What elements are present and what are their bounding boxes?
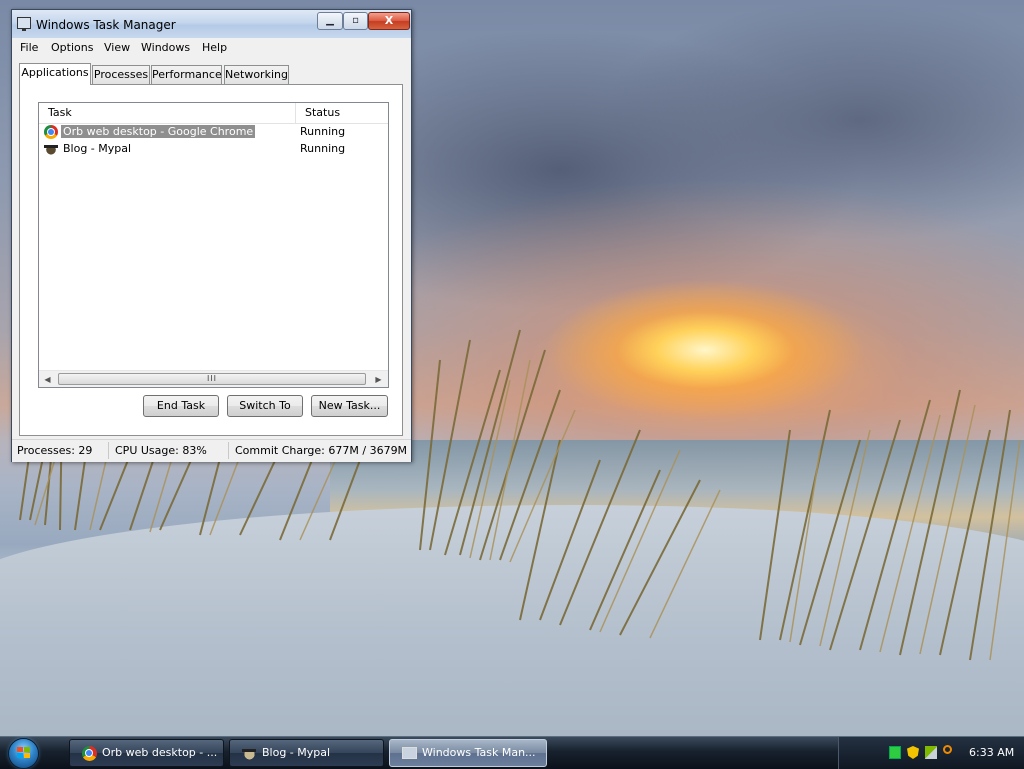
applications-panel: Task Status Orb web desktop - Google Chr… (19, 84, 403, 436)
menu-view[interactable]: View (104, 41, 130, 54)
menu-help[interactable]: Help (202, 41, 227, 54)
end-task-button[interactable]: End Task (143, 395, 219, 417)
shield-icon[interactable] (907, 746, 919, 759)
new-task-button[interactable]: New Task... (311, 395, 388, 417)
clock[interactable]: 6:33 AM (969, 746, 1014, 759)
task-status: Running (300, 125, 346, 138)
taskbar-item-label: Blog - Mypal (262, 746, 331, 759)
status-cpu-usage: CPU Usage: 83% (115, 444, 207, 457)
status-divider (108, 442, 109, 459)
status-commit-charge: Commit Charge: 677M / 3679M (235, 444, 408, 457)
list-header: Task Status (39, 103, 388, 124)
tab-processes[interactable]: Processes (92, 65, 150, 84)
horizontal-scrollbar[interactable]: ◀ III ▶ (39, 370, 388, 387)
chrome-icon (82, 746, 97, 761)
menu-file[interactable]: File (20, 41, 38, 54)
title-bar[interactable]: Windows Task Manager ▁ ▫ X (12, 10, 411, 38)
task-manager-icon (402, 747, 417, 759)
scroll-thumb[interactable]: III (58, 373, 366, 385)
scroll-right-icon[interactable]: ▶ (370, 371, 387, 387)
list-item[interactable]: Blog - Mypal Running (39, 141, 388, 157)
maximize-button[interactable]: ▫ (343, 12, 368, 30)
taskbar-item-mypal[interactable]: Blog - Mypal (229, 739, 384, 767)
task-manager-icon (17, 17, 31, 31)
mypal-icon (242, 746, 257, 761)
task-list[interactable]: Task Status Orb web desktop - Google Chr… (38, 102, 389, 388)
list-item[interactable]: Orb web desktop - Google Chrome Running (39, 124, 388, 140)
status-divider (228, 442, 229, 459)
column-header-task[interactable]: Task (39, 103, 296, 123)
chrome-icon (44, 125, 58, 139)
menu-windows[interactable]: Windows (141, 41, 190, 54)
window-title: Windows Task Manager (36, 18, 176, 32)
switch-to-button[interactable]: Switch To (227, 395, 303, 417)
task-manager-window: Windows Task Manager ▁ ▫ X File Options … (11, 9, 412, 462)
network-icon[interactable] (925, 746, 937, 759)
scroll-left-icon[interactable]: ◀ (39, 371, 56, 387)
taskbar-item-chrome[interactable]: Orb web desktop - ... (69, 739, 224, 767)
start-button[interactable] (9, 739, 38, 768)
column-header-status[interactable]: Status (296, 103, 388, 123)
taskbar-item-label: Orb web desktop - ... (102, 746, 218, 759)
task-name: Orb web desktop - Google Chrome (61, 125, 256, 138)
mypal-icon (44, 142, 58, 156)
menu-options[interactable]: Options (51, 41, 93, 54)
close-button[interactable]: X (368, 12, 410, 30)
task-status: Running (300, 142, 346, 155)
taskbar: Orb web desktop - ... Blog - Mypal Windo… (0, 736, 1024, 769)
taskbar-item-task-manager[interactable]: Windows Task Man... (389, 739, 547, 767)
status-bar: Processes: 29 CPU Usage: 83% Commit Char… (12, 439, 411, 462)
tab-applications[interactable]: Applications (19, 63, 91, 85)
taskbar-item-label: Windows Task Man... (422, 746, 536, 759)
task-name: Blog - Mypal (63, 142, 132, 155)
battery-icon[interactable] (889, 746, 901, 759)
system-tray: 6:33 AM (838, 737, 1024, 769)
menu-bar: File Options View Windows Help (12, 38, 411, 58)
status-processes: Processes: 29 (17, 444, 93, 457)
tab-performance[interactable]: Performance (151, 65, 222, 84)
minimize-button[interactable]: ▁ (317, 12, 343, 30)
tab-networking[interactable]: Networking (224, 65, 289, 84)
windows-logo-icon (17, 747, 30, 759)
search-icon[interactable] (943, 745, 952, 754)
